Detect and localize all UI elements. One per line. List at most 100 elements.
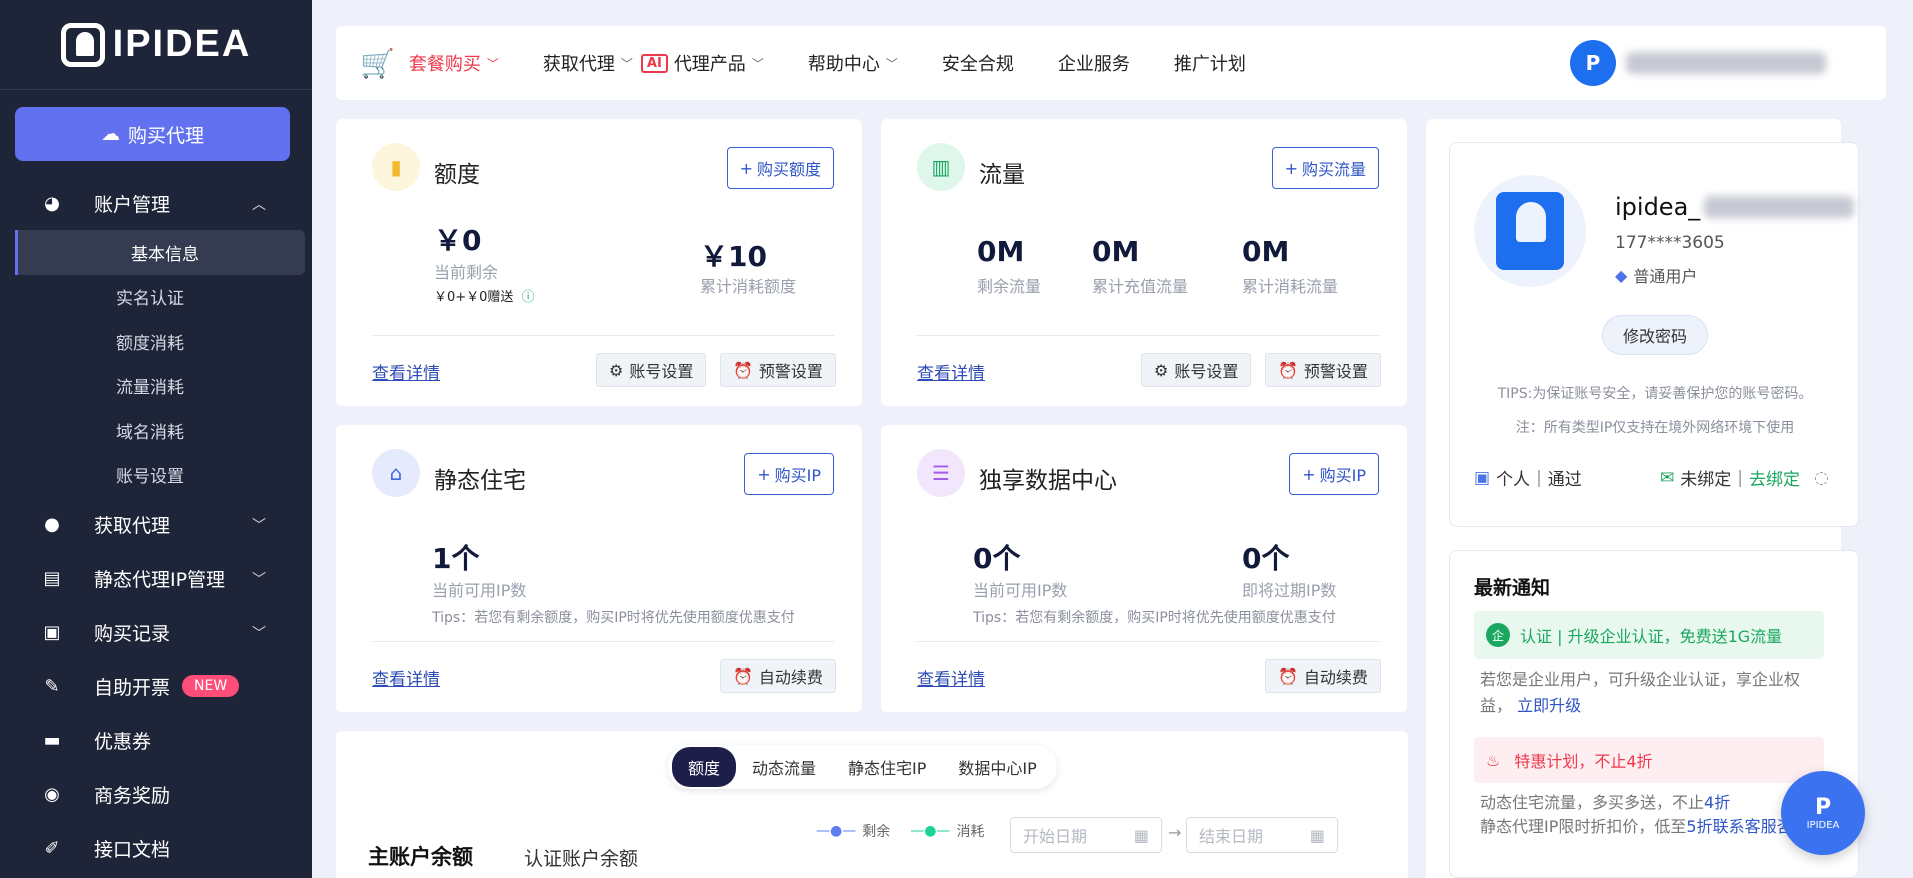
tab-dynamic-traffic[interactable]: 动态流量 [736, 747, 832, 787]
buy-ip-button[interactable]: + 购买IP [744, 453, 834, 495]
bar-chart-icon: ▥ [917, 143, 965, 191]
wechat-status-text: 未绑定 [1680, 470, 1732, 490]
plus-icon: + [1302, 464, 1316, 484]
nav-get-proxy[interactable]: 获取代理 ﹀ [543, 50, 633, 76]
bind-wechat-link[interactable]: 去绑定 [1749, 465, 1800, 490]
plus-icon: + [757, 464, 771, 484]
sidebar-item-get-proxy[interactable]: ● 获取代理 ﹀ [0, 497, 312, 551]
tab-quota[interactable]: 额度 [672, 747, 737, 787]
dc-available-label: 当前可用IP数 [973, 581, 1068, 600]
profile-avatar [1474, 175, 1586, 287]
notice-item-2-line1: 动态住宅流量，多买多送，不止 [1480, 793, 1705, 812]
static-tip: Tips：若您有剩余额度，购买IP时将优先使用额度优惠支付 [432, 610, 795, 626]
traffic-detail-link[interactable]: 查看详情 [917, 359, 985, 384]
floating-label: IPIDEA [1806, 820, 1840, 831]
nav-help-center[interactable]: 帮助中心 ﹀ [808, 50, 898, 76]
tab-datacenter-ip[interactable]: 数据中心IP [942, 747, 1052, 787]
sidebar-item-account[interactable]: ◕ 账户管理 ︿ [0, 176, 312, 230]
submenu-quota-usage[interactable]: 额度消耗 [0, 319, 312, 364]
nav-package-purchase[interactable]: 套餐购买 ﹀ [409, 50, 499, 76]
notice-item-2-line2-highlight: 5折 [1686, 817, 1713, 836]
profile-level: ◆ 普通用户 [1615, 263, 1697, 287]
passed-text: 通过 [1547, 470, 1582, 490]
realname-status[interactable]: ▣ 个人 | 通过 [1474, 465, 1582, 491]
sidebar-item-label: 自助开票 [94, 676, 171, 699]
dc-available-count: 0个 [973, 542, 1021, 575]
user-gear-icon: ⚙ [1154, 360, 1169, 380]
auto-renew-label: 自动续费 [758, 668, 823, 687]
basket-icon: ▣ [43, 621, 61, 643]
buy-proxy-label: 购买代理 [127, 124, 204, 147]
buy-proxy-button[interactable]: ☁ 购买代理 [15, 107, 290, 161]
nav-proxy-products[interactable]: AI 代理产品 ﹀ [640, 50, 764, 76]
calendar-icon: ▦ [1133, 825, 1149, 845]
auth-balance-title[interactable]: 认证账户余额 [524, 844, 638, 871]
submenu-realname[interactable]: 实名认证 [0, 275, 312, 320]
card-title: 独享数据中心 [979, 468, 1117, 494]
chevron-down-icon: ﹀ [252, 572, 266, 588]
alarm-icon: ⏰ [1278, 666, 1298, 686]
diamond-icon: ◆ [1615, 265, 1628, 285]
quota-card: ▮ 额度 + 购买额度 ￥0 当前剩余 ￥0+￥0赠送 ⓘ ￥10 累计消耗额度 … [336, 119, 862, 406]
submenu-domain-usage[interactable]: 域名消耗 [0, 408, 312, 453]
alert-settings-button[interactable]: ⏰ 预警设置 [1265, 353, 1381, 387]
static-ip-count: 1个 [432, 542, 480, 575]
logo[interactable]: IPIDEA [0, 0, 312, 90]
logo-mark-icon [60, 22, 105, 67]
nav-security[interactable]: 安全合规 [942, 50, 1014, 76]
upgrade-now-link[interactable]: 立即升级 [1517, 696, 1581, 715]
chevron-down-icon: ﹀ [751, 56, 764, 71]
sidebar-item-label: 账户管理 [94, 193, 171, 216]
sidebar-menu: ◕ 账户管理 ︿ 基本信息 实名认证 额度消耗 流量消耗 域名消耗 账号设置 ●… [0, 176, 312, 875]
buy-traffic-button[interactable]: + 购买流量 [1271, 147, 1379, 189]
info-icon[interactable]: ⓘ [522, 290, 535, 305]
start-date-placeholder: 开始日期 [1023, 827, 1088, 846]
sidebar-item-coupon[interactable]: ▬ 优惠券 [0, 713, 312, 767]
main-balance-title[interactable]: 主账户余额 [368, 841, 473, 871]
nav-label: 帮助中心 [807, 54, 880, 75]
buy-quota-button[interactable]: + 购买额度 [726, 147, 834, 189]
floating-support-button[interactable]: P IPIDEA [1781, 771, 1865, 855]
dc-detail-link[interactable]: 查看详情 [917, 665, 985, 690]
buy-ip-button[interactable]: + 购买IP [1289, 453, 1379, 495]
sidebar-item-invoice[interactable]: ✎ 自助开票 NEW [0, 659, 312, 713]
sidebar-item-api-docs[interactable]: ✐ 接口文档 [0, 821, 312, 875]
static-detail-link[interactable]: 查看详情 [372, 665, 440, 690]
notice-item-2[interactable]: ♨ 特惠计划，不止4折 [1474, 737, 1824, 783]
auto-renew-button[interactable]: ⏰ 自动续费 [1265, 659, 1381, 693]
change-password-button[interactable]: 修改密码 [1602, 315, 1708, 355]
logo-text: IPIDEA [112, 23, 252, 65]
submenu-traffic-usage[interactable]: 流量消耗 [0, 364, 312, 409]
end-date-placeholder: 结束日期 [1199, 827, 1264, 846]
user-gear-icon: ⚙ [609, 360, 624, 380]
start-date-input[interactable]: 开始日期 ▦ [1010, 817, 1162, 853]
account-settings-button[interactable]: ⚙ 账号设置 [596, 353, 707, 387]
notice-item-2-line2: 静态代理IP限时折扣价，低至 [1480, 817, 1687, 836]
nav-enterprise[interactable]: 企业服务 [1058, 50, 1130, 76]
sidebar-item-reward[interactable]: ◉ 商务奖励 [0, 767, 312, 821]
notice-item-1[interactable]: 企 认证 | 升级企业认证，免费送1G流量 [1474, 611, 1824, 659]
profile-name-blurred [1704, 196, 1855, 218]
sidebar-item-purchase-records[interactable]: ▣ 购买记录 ﹀ [0, 605, 312, 659]
alert-settings-label: 预警设置 [1303, 362, 1368, 381]
chevron-down-icon: ﹀ [486, 56, 499, 71]
submenu-account-settings[interactable]: 账号设置 [0, 453, 312, 498]
refresh-icon[interactable]: ◌ [1814, 468, 1829, 488]
personal-text: 个人 [1496, 470, 1531, 490]
account-settings-button[interactable]: ⚙ 账号设置 [1141, 353, 1252, 387]
submenu-basic-info[interactable]: 基本信息 [15, 230, 305, 275]
top-navbar: 🛒 套餐购买 ﹀ 获取代理 ﹀ AI 代理产品 ﹀ 帮助中心 ﹀ 安全合规 企业… [336, 26, 1886, 100]
auto-renew-button[interactable]: ⏰ 自动续费 [720, 659, 836, 693]
profile-name-text: ipidea_ [1615, 193, 1701, 221]
end-date-input[interactable]: 结束日期 ▦ [1186, 817, 1338, 853]
sidebar-item-static-ip[interactable]: ▤ 静态代理IP管理 ﹀ [0, 551, 312, 605]
nav-label: 代理产品 [673, 54, 746, 75]
tab-static-ip[interactable]: 静态住宅IP [832, 747, 942, 787]
nav-promotion[interactable]: 推广计划 [1174, 50, 1246, 76]
pie-chart-icon: ◕ [44, 192, 60, 214]
alert-settings-button[interactable]: ⏰ 预警设置 [720, 353, 836, 387]
user-menu[interactable]: P [1570, 40, 1826, 86]
profile-tips: TIPS:为保证账号安全，请妥善保护您的账号密码。 [1497, 386, 1813, 402]
quota-detail-link[interactable]: 查看详情 [372, 359, 440, 384]
traffic-consume-value: 0M [1242, 235, 1290, 268]
